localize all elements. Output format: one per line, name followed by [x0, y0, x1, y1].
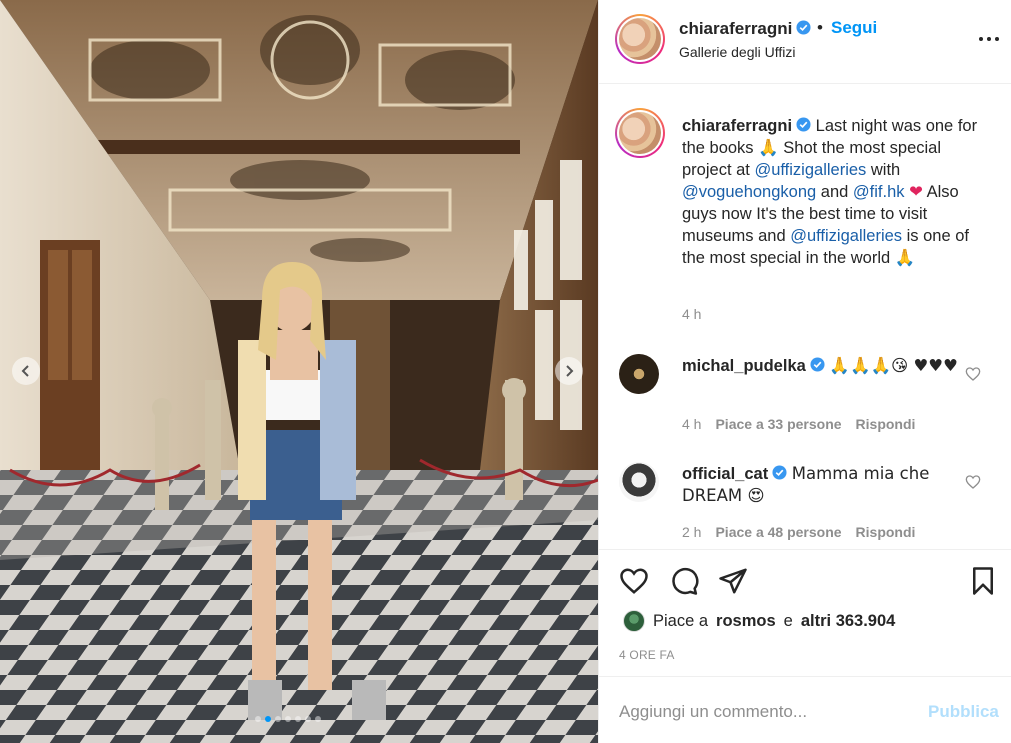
likes-connector: e [783, 611, 793, 630]
post-side-panel: chiaraferragni • Segui Gallerie degli Uf… [598, 0, 1011, 743]
likes-count-link[interactable]: altri 363.904 [801, 612, 896, 631]
comment-text: michal_pudelka 🙏🙏🙏😘 ♥♥♥ [682, 355, 962, 377]
reply-button[interactable]: Rispondi [856, 524, 916, 540]
bookmark-icon[interactable] [968, 566, 998, 596]
caption-timestamp[interactable]: 4 h [682, 306, 701, 322]
commenter-username[interactable]: official_cat [682, 465, 768, 483]
comment-time[interactable]: 4 h [682, 416, 701, 432]
carousel-dot [295, 716, 301, 722]
heart-outline-icon[interactable] [965, 366, 981, 382]
post-actions: Piace a rosmos e altri 363.904 4 ORE FA … [599, 549, 1011, 743]
post-header: chiaraferragni • Segui Gallerie degli Uf… [599, 0, 1011, 84]
location-link[interactable]: Gallerie degli Uffizi [679, 44, 795, 60]
caption-author-avatar[interactable] [615, 108, 665, 158]
red-heart-emoji: ❤ [909, 182, 923, 201]
comment-meta: 4 h Piace a 33 persone Rispondi [682, 416, 915, 432]
commenter-avatar[interactable] [619, 462, 659, 502]
comment-like-count[interactable]: Piace a 48 persone [715, 524, 841, 540]
post-photo[interactable] [0, 0, 598, 743]
caption-username[interactable]: chiaraferragni [682, 117, 792, 135]
praying-hands-emoji: 🙏 [894, 248, 916, 267]
reply-button[interactable]: Rispondi [856, 416, 916, 432]
chevron-left-icon [21, 365, 29, 377]
mention-link[interactable]: @uffizigalleries [754, 161, 866, 179]
add-comment-form: Pubblica [599, 676, 1011, 743]
mention-link[interactable]: @fif.hk [853, 183, 905, 201]
comment-text: official_cat Mamma mia che DREAM 😍 [682, 463, 962, 507]
mention-link[interactable]: @uffizigalleries [790, 227, 902, 245]
carousel-dot [265, 716, 271, 722]
verified-badge-icon [810, 357, 825, 372]
liker-avatar[interactable] [623, 610, 645, 632]
liker-username[interactable]: rosmos [716, 612, 776, 631]
comment-input[interactable] [619, 697, 919, 727]
praying-hands-emoji: 🙏 [758, 138, 779, 157]
comment-meta: 2 h Piace a 48 persone Rispondi [682, 524, 915, 540]
carousel-dot [315, 716, 321, 722]
comment-bubble-icon[interactable] [669, 566, 699, 596]
comment-body: 🙏🙏🙏😘 ♥♥♥ [829, 356, 958, 375]
gallery-photo-illustration [0, 0, 598, 743]
comment-item: official_cat Mamma mia che DREAM 😍 2 h P… [599, 458, 1011, 558]
verified-badge-icon [796, 20, 811, 35]
carousel-prev-button[interactable] [12, 357, 40, 385]
verified-badge-icon [772, 465, 787, 480]
carousel-dot [305, 716, 311, 722]
carousel-dot [255, 716, 261, 722]
author-username-text: chiaraferragni [679, 19, 793, 38]
carousel-dot [275, 716, 281, 722]
caption-text: chiaraferragni Last night was one for th… [682, 115, 982, 269]
likes-prefix: Piace a [653, 611, 709, 630]
chevron-right-icon [566, 365, 574, 377]
more-horizontal-icon[interactable] [977, 30, 1001, 48]
verified-badge-icon [796, 117, 811, 132]
heart-outline-icon[interactable] [965, 474, 981, 490]
comment-item: michal_pudelka 🙏🙏🙏😘 ♥♥♥ 4 h Piace a 33 p… [599, 350, 1011, 450]
post-timestamp[interactable]: 4 ORE FA [619, 648, 675, 662]
comment-like-count[interactable]: Piace a 33 persone [715, 416, 841, 432]
commenter-username[interactable]: michal_pudelka [682, 357, 806, 375]
share-paper-plane-icon[interactable] [718, 566, 748, 596]
commenter-avatar[interactable] [619, 354, 659, 394]
carousel-next-button[interactable] [555, 357, 583, 385]
separator-bullet: • [817, 18, 823, 37]
mention-link[interactable]: @voguehongkong [682, 183, 816, 201]
caption-segment: with [866, 161, 901, 179]
author-username[interactable]: chiaraferragni [679, 19, 811, 39]
caption-segment: and [816, 183, 853, 201]
publish-button[interactable]: Pubblica [928, 702, 999, 722]
carousel-dot [285, 716, 291, 722]
like-heart-icon[interactable] [619, 566, 649, 596]
carousel-indicator [255, 716, 321, 722]
follow-button[interactable]: Segui [831, 18, 877, 38]
comment-time[interactable]: 2 h [682, 524, 701, 540]
author-avatar[interactable] [615, 14, 665, 64]
likes-summary: Piace a rosmos e altri 363.904 [623, 610, 895, 632]
